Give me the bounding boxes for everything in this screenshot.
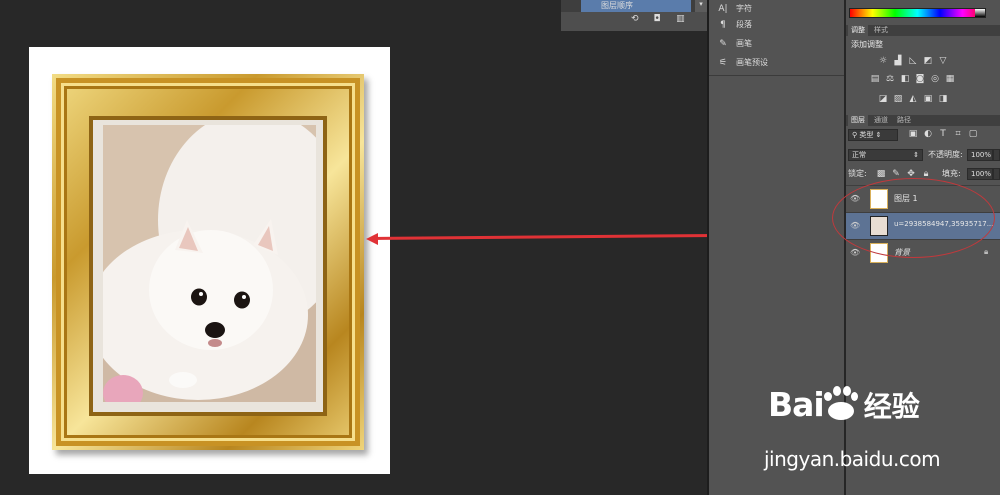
panel-paragraph-label: 段落	[736, 20, 752, 29]
levels-icon[interactable]: ▟	[893, 56, 903, 66]
panel-brush[interactable]: ✎ 画笔	[712, 35, 837, 53]
tab-layers[interactable]: 图层	[848, 115, 868, 126]
panel-brush-presets[interactable]: ⚟ 画笔预设	[712, 54, 837, 72]
layer-filter-icons: ▣ ◐ T ⌗ ▢	[908, 129, 983, 141]
baidu-watermark: Bai 经验	[768, 385, 920, 425]
pixel-filter-icon[interactable]: ▣	[908, 129, 918, 139]
layer-comp-label: 图层顺序	[601, 1, 633, 10]
adjustment-filter-icon[interactable]: ◐	[923, 129, 933, 139]
red-ellipse-annotation	[832, 178, 995, 258]
gradient-map-icon[interactable]: ▣	[923, 94, 933, 104]
brush-icon: ✎	[719, 39, 727, 49]
blend-mode-select[interactable]: 正常 ⇕	[848, 149, 923, 161]
fx-icon[interactable]: ⟲	[631, 15, 643, 24]
adjustment-icons-row-1: ☼ ▟ ◺ ◩ ▽	[878, 56, 953, 68]
selective-color-icon[interactable]: ◨	[938, 94, 948, 104]
color-lookup-icon[interactable]: ▦	[945, 74, 955, 84]
fill-label: 填充:	[942, 169, 961, 178]
layer-comp-row[interactable]: 图层顺序 ▾	[561, 0, 707, 12]
lock-transparent-icon[interactable]: ▩	[876, 169, 886, 179]
watermark-brand-left: Bai	[768, 385, 825, 424]
blend-mode-value: 正常	[852, 151, 866, 159]
brightness-icon[interactable]: ☼	[878, 56, 888, 66]
layer-comp-selection	[581, 0, 691, 12]
layer-filter-label: 类型	[859, 131, 874, 139]
trash-icon[interactable]: ▥	[676, 15, 688, 24]
dropdown-arrow-icon[interactable]: ▾	[695, 0, 707, 12]
fill-input[interactable]: 100%	[967, 168, 993, 180]
eye-icon[interactable]: 👁︎	[850, 248, 860, 257]
chevron-updown-icon: ⇕	[913, 151, 919, 159]
panel-separator	[709, 75, 844, 76]
layer-comps-panel: 图层顺序 ▾ ⟲ ◘ ▥	[561, 0, 707, 31]
add-adjustment-title: 添加调整	[851, 40, 883, 49]
layer-comp-tools: ⟲ ◘ ▥	[631, 14, 696, 24]
adjustment-icons-row-3: ◪ ▨ ◭ ▣ ◨	[878, 94, 953, 106]
posterize-icon[interactable]: ▨	[893, 94, 903, 104]
adjustments-tabs: 调整 样式	[846, 25, 1000, 36]
color-spectrum[interactable]	[849, 8, 986, 18]
vibrance-icon[interactable]: ▽	[938, 56, 948, 66]
picture-frame	[52, 74, 364, 450]
brush-presets-icon: ⚟	[718, 58, 728, 68]
layer-filter-select[interactable]: ⚲ 类型 ⇕	[848, 129, 898, 141]
watermark-url: jingyan.baidu.com	[764, 447, 941, 471]
shape-filter-icon[interactable]: ⌗	[953, 129, 963, 139]
red-arrow-head	[366, 233, 378, 245]
black-white-ramp[interactable]	[975, 9, 985, 17]
hue-saturation-icon[interactable]: ▤	[870, 74, 880, 84]
opacity-dropdown-icon[interactable]	[993, 149, 1000, 161]
threshold-icon[interactable]: ◭	[908, 94, 918, 104]
black-white-icon[interactable]: ◧	[900, 74, 910, 84]
tab-paths[interactable]: 路径	[894, 115, 914, 126]
lock-label: 锁定:	[848, 169, 867, 178]
paw-logo-icon	[823, 386, 858, 420]
curves-icon[interactable]: ◺	[908, 56, 918, 66]
camera-icon[interactable]: ◘	[654, 15, 666, 24]
tab-styles[interactable]: 样式	[871, 25, 891, 36]
exposure-icon[interactable]: ◩	[923, 56, 933, 66]
tab-adjustments[interactable]: 调整	[848, 25, 868, 36]
panel-brush-presets-label: 画笔预设	[736, 58, 768, 67]
paragraph-icon: ¶	[720, 20, 726, 30]
tab-channels[interactable]: 通道	[871, 115, 891, 126]
lock-image-icon[interactable]: ✎	[891, 169, 901, 179]
lock-icon: 🔒︎	[984, 247, 989, 256]
smart-filter-icon[interactable]: ▢	[968, 129, 978, 139]
invert-icon[interactable]: ◪	[878, 94, 888, 104]
opacity-label: 不透明度:	[928, 150, 963, 159]
type-filter-icon[interactable]: T	[938, 129, 948, 139]
photo-filter-icon[interactable]: ◙	[915, 74, 925, 84]
fill-dropdown-icon[interactable]	[993, 168, 1000, 180]
watermark-brand-right: 经验	[863, 390, 920, 423]
adjustment-icons-row-2: ▤ ⚖ ◧ ◙ ◎ ▦	[870, 74, 960, 86]
panel-brush-label: 画笔	[736, 39, 752, 48]
channel-mixer-icon[interactable]: ◎	[930, 74, 940, 84]
panel-paragraph[interactable]: ¶ 段落	[712, 16, 837, 34]
dog-photo	[103, 125, 316, 402]
layers-tabs: 图层 通道 路径	[846, 115, 1000, 126]
document-canvas-area[interactable]	[0, 0, 795, 495]
search-icon: ⚲	[852, 131, 858, 139]
color-balance-icon[interactable]: ⚖	[885, 74, 895, 84]
opacity-input[interactable]: 100%	[967, 149, 993, 161]
